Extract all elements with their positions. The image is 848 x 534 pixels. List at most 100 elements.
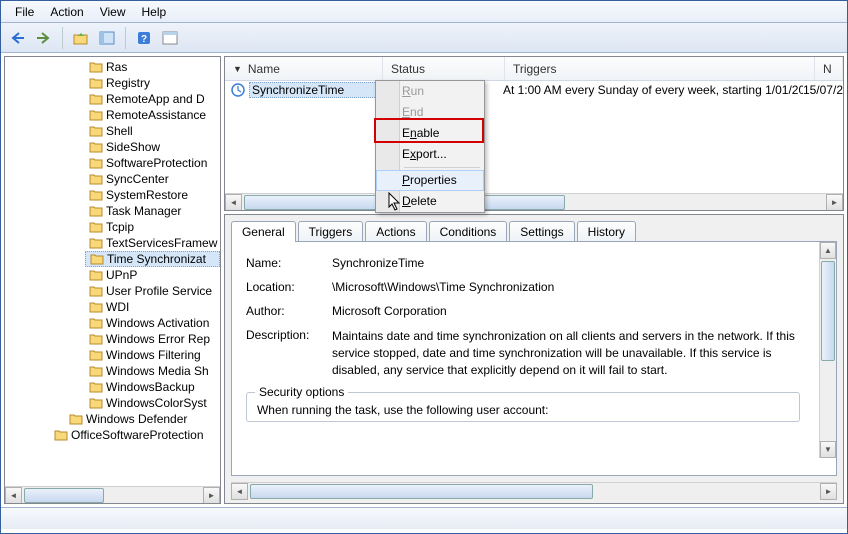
task-next: 15/07/2 xyxy=(803,83,843,97)
tree-item-windows-defender[interactable]: Windows Defender xyxy=(65,411,220,427)
scroll-down-arrow[interactable]: ▼ xyxy=(820,441,836,458)
back-button[interactable] xyxy=(7,27,29,49)
ctx-enable[interactable]: Enable xyxy=(376,123,484,144)
task-triggers: At 1:00 AM every Sunday of every week, s… xyxy=(503,83,803,97)
folder-icon xyxy=(89,141,103,153)
toolbar-separator xyxy=(125,27,126,49)
tree-item-remoteassistance[interactable]: RemoteAssistance xyxy=(85,107,220,123)
menu-file[interactable]: File xyxy=(7,3,42,21)
folder-icon xyxy=(54,429,68,441)
tree-item-user-profile-service[interactable]: User Profile Service xyxy=(85,283,220,299)
tree-item-windows-filtering[interactable]: Windows Filtering xyxy=(85,347,220,363)
details-pane: General Triggers Actions Conditions Sett… xyxy=(224,214,844,504)
name-value: SynchronizeTime xyxy=(332,256,424,270)
tree-item-label: Tcpip xyxy=(106,220,134,234)
scroll-right-arrow[interactable]: ► xyxy=(820,483,837,500)
tree-item-time-synchronizat[interactable]: Time Synchronizat xyxy=(85,251,220,267)
tree-item-label: UPnP xyxy=(106,268,137,282)
tabs: General Triggers Actions Conditions Sett… xyxy=(225,215,843,242)
toolbar-separator xyxy=(62,27,63,49)
col-next[interactable]: N xyxy=(815,57,843,80)
scroll-right-arrow[interactable]: ► xyxy=(826,194,843,211)
tab-settings[interactable]: Settings xyxy=(509,221,574,242)
details-horizontal-scrollbar[interactable]: ◄ ► xyxy=(231,482,837,499)
pane-button[interactable] xyxy=(159,27,181,49)
statusbar xyxy=(1,507,847,529)
folder-up-button[interactable] xyxy=(70,27,92,49)
description-label: Description: xyxy=(246,328,332,378)
author-value: Microsoft Corporation xyxy=(332,304,447,318)
tree-item-sideshow[interactable]: SideShow xyxy=(85,139,220,155)
tree-item-ras[interactable]: Ras xyxy=(85,59,220,75)
clock-icon xyxy=(231,83,245,97)
tree-item-tcpip[interactable]: Tcpip xyxy=(85,219,220,235)
tab-triggers[interactable]: Triggers xyxy=(298,221,364,242)
scroll-thumb[interactable] xyxy=(821,261,835,361)
tab-conditions[interactable]: Conditions xyxy=(429,221,508,242)
help-button[interactable]: ? xyxy=(133,27,155,49)
scroll-thumb[interactable] xyxy=(24,488,104,503)
tree-item-softwareprotection[interactable]: SoftwareProtection xyxy=(85,155,220,171)
folder-icon xyxy=(90,253,104,265)
view-button[interactable] xyxy=(96,27,118,49)
scroll-left-arrow[interactable]: ◄ xyxy=(225,194,242,211)
col-status[interactable]: Status xyxy=(383,57,505,80)
ctx-run[interactable]: Run xyxy=(376,81,484,102)
tree-item-label: SyncCenter xyxy=(106,172,169,186)
folder-icon xyxy=(89,221,103,233)
tree-item-officesoftwareprotection[interactable]: OfficeSoftwareProtection xyxy=(50,427,220,443)
col-triggers[interactable]: Triggers xyxy=(505,57,815,80)
scroll-left-arrow[interactable]: ◄ xyxy=(231,483,248,500)
forward-button[interactable] xyxy=(33,27,55,49)
tree-item-windows-media-sh[interactable]: Windows Media Sh xyxy=(85,363,220,379)
ctx-properties[interactable]: Properties xyxy=(376,170,484,191)
scroll-right-arrow[interactable]: ► xyxy=(203,487,220,504)
tab-general[interactable]: General xyxy=(231,221,296,242)
scroll-track[interactable] xyxy=(22,487,203,504)
ctx-end[interactable]: End xyxy=(376,102,484,123)
tree-item-label: WindowsBackup xyxy=(106,380,195,394)
list-horizontal-scrollbar[interactable]: ◄ ► xyxy=(225,193,843,210)
tree-item-systemrestore[interactable]: SystemRestore xyxy=(85,187,220,203)
scroll-track[interactable] xyxy=(820,259,836,441)
menu-help[interactable]: Help xyxy=(134,3,175,21)
tree-item-label: Windows Filtering xyxy=(106,348,201,362)
folder-icon xyxy=(89,269,103,281)
tab-body: Name:SynchronizeTime Location:\Microsoft… xyxy=(231,241,837,476)
details-vertical-scrollbar[interactable]: ▲ ▼ xyxy=(819,242,836,458)
tree-item-shell[interactable]: Shell xyxy=(85,123,220,139)
tree-item-remoteapp-and-d[interactable]: RemoteApp and D xyxy=(85,91,220,107)
tree-horizontal-scrollbar[interactable]: ◄ ► xyxy=(5,486,220,503)
tree-item-windowsbackup[interactable]: WindowsBackup xyxy=(85,379,220,395)
scroll-up-arrow[interactable]: ▲ xyxy=(820,242,836,259)
tree-item-windows-error-rep[interactable]: Windows Error Rep xyxy=(85,331,220,347)
scroll-track[interactable] xyxy=(242,194,826,211)
col-name[interactable]: ▼Name xyxy=(225,57,383,80)
location-label: Location: xyxy=(246,280,332,294)
scroll-left-arrow[interactable]: ◄ xyxy=(5,487,22,504)
tree-item-label: TextServicesFramew xyxy=(106,236,217,250)
tree-item-label: Ras xyxy=(106,60,127,74)
folder-icon xyxy=(89,173,103,185)
scroll-thumb[interactable] xyxy=(250,484,593,499)
tree-item-upnp[interactable]: UPnP xyxy=(85,267,220,283)
tree-item-task-manager[interactable]: Task Manager xyxy=(85,203,220,219)
menu-view[interactable]: View xyxy=(92,3,134,21)
tree-item-windows-activation[interactable]: Windows Activation xyxy=(85,315,220,331)
tree-item-registry[interactable]: Registry xyxy=(85,75,220,91)
ctx-export[interactable]: Export... xyxy=(376,144,484,165)
tree-item-synccenter[interactable]: SyncCenter xyxy=(85,171,220,187)
tree-item-label: Registry xyxy=(106,76,150,90)
toolbar: ? xyxy=(1,23,847,53)
tab-actions[interactable]: Actions xyxy=(365,221,426,242)
author-label: Author: xyxy=(246,304,332,318)
scroll-track[interactable] xyxy=(248,483,820,500)
tree-item-label: RemoteAssistance xyxy=(106,108,206,122)
task-row[interactable]: SynchronizeTime At 1:00 AM every Sunday … xyxy=(225,81,843,99)
menu-action[interactable]: Action xyxy=(42,3,91,21)
tree-item-windowscolorsyst[interactable]: WindowsColorSyst xyxy=(85,395,220,411)
tab-history[interactable]: History xyxy=(577,221,636,242)
tree-item-wdi[interactable]: WDI xyxy=(85,299,220,315)
tree-item-label: Windows Activation xyxy=(106,316,209,330)
tree-item-textservicesframew[interactable]: TextServicesFramew xyxy=(85,235,220,251)
